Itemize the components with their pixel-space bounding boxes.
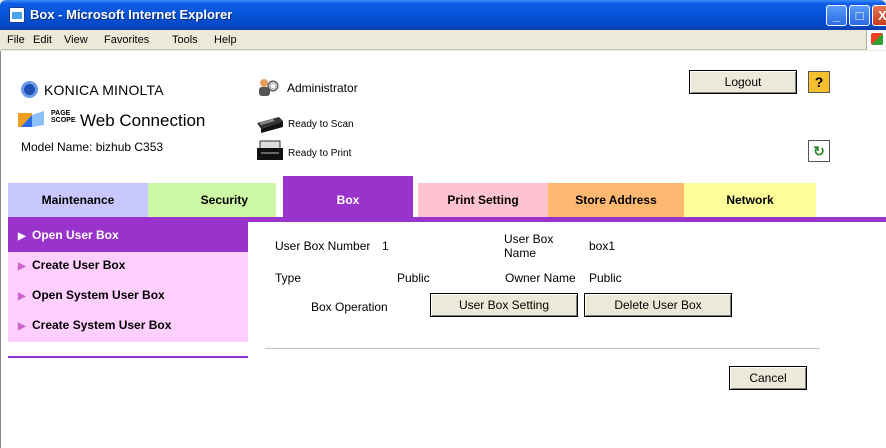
type-label: Type bbox=[275, 271, 302, 285]
close-button[interactable]: X bbox=[872, 5, 886, 26]
refresh-icon[interactable]: ↻ bbox=[808, 140, 830, 162]
menu-edit[interactable]: Edit bbox=[33, 34, 52, 46]
tab-security[interactable]: Security bbox=[148, 183, 276, 217]
print-status: Ready to Print bbox=[288, 148, 352, 159]
tab-store-address[interactable]: Store Address bbox=[548, 183, 684, 217]
menu-bar: File Edit View Favorites Tools Help bbox=[0, 30, 886, 50]
arrow-icon: ▶ bbox=[18, 261, 26, 272]
logout-button[interactable]: Logout bbox=[689, 70, 797, 94]
type-value: Public bbox=[397, 271, 430, 285]
tab-print-setting[interactable]: Print Setting bbox=[418, 183, 548, 217]
menu-view[interactable]: View bbox=[64, 34, 88, 46]
sidebar-item-open-system-user-box[interactable]: ▶ Open System User Box bbox=[8, 282, 248, 312]
pagescope-logo-icon bbox=[18, 111, 44, 127]
user-role: Administrator bbox=[287, 81, 358, 95]
box-name-value: box1 bbox=[589, 239, 616, 253]
sidebar-divider bbox=[8, 356, 248, 358]
owner-name-label: Owner Name bbox=[505, 271, 576, 285]
arrow-icon: ▶ bbox=[18, 231, 26, 242]
sidebar-item-label: Create User Box bbox=[32, 258, 126, 272]
box-name-label-line-2: Name bbox=[504, 246, 537, 260]
minimize-button[interactable]: _ bbox=[826, 5, 847, 26]
maximize-button[interactable]: □ bbox=[849, 5, 870, 26]
arrow-icon: ▶ bbox=[18, 291, 26, 302]
title-bar: Box - Microsoft Internet Explorer _ □ X bbox=[0, 0, 886, 30]
menu-file[interactable]: File bbox=[7, 34, 25, 46]
brand-name: KONICA MINOLTA bbox=[44, 82, 164, 98]
sidebar-item-label: Create System User Box bbox=[32, 318, 172, 332]
content-divider bbox=[265, 348, 820, 350]
page-content: KONICA MINOLTA PAGE SCOPE Web Connection… bbox=[0, 51, 886, 448]
box-operation-label: Box Operation bbox=[311, 300, 388, 314]
scanner-icon bbox=[257, 117, 283, 133]
sidebar-item-open-user-box[interactable]: ▶ Open User Box bbox=[8, 222, 248, 252]
scan-status: Ready to Scan bbox=[288, 119, 354, 130]
menu-tools[interactable]: Tools bbox=[172, 34, 198, 46]
product-name: Web Connection bbox=[80, 111, 206, 130]
box-number-label: User Box Number bbox=[275, 239, 371, 253]
box-number-value: 1 bbox=[382, 239, 389, 253]
windows-logo-icon bbox=[866, 30, 886, 50]
page-scope-line-1: PAGE bbox=[51, 110, 71, 117]
tab-network[interactable]: Network bbox=[684, 183, 816, 217]
arrow-icon: ▶ bbox=[18, 321, 26, 332]
delete-user-box-button[interactable]: Delete User Box bbox=[584, 293, 732, 317]
tab-maintenance[interactable]: Maintenance bbox=[8, 183, 148, 217]
page-scope-text: PAGE SCOPE bbox=[51, 110, 76, 124]
sidebar-item-create-user-box[interactable]: ▶ Create User Box bbox=[8, 252, 248, 282]
cancel-button[interactable]: Cancel bbox=[729, 366, 807, 390]
model-name: Model Name: bizhub C353 bbox=[21, 140, 164, 154]
menu-help[interactable]: Help bbox=[214, 34, 237, 46]
printer-icon bbox=[257, 140, 283, 160]
page-scope-line-2: SCOPE bbox=[51, 117, 76, 124]
ie-page-icon bbox=[9, 7, 25, 23]
sidebar-item-label: Open System User Box bbox=[32, 288, 165, 302]
sidebar-item-create-system-user-box[interactable]: ▶ Create System User Box bbox=[8, 312, 248, 342]
owner-name-value: Public bbox=[589, 271, 622, 285]
window-title: Box - Microsoft Internet Explorer bbox=[30, 7, 233, 22]
konica-minolta-logo-icon bbox=[21, 81, 38, 98]
box-name-label-line-1: User Box bbox=[504, 232, 554, 246]
help-icon[interactable]: ? bbox=[808, 71, 830, 93]
sidebar-item-label: Open User Box bbox=[32, 228, 119, 242]
window-left-border bbox=[0, 51, 8, 448]
menu-favorites[interactable]: Favorites bbox=[104, 34, 149, 46]
box-name-label: User Box Name bbox=[504, 232, 553, 260]
tab-box[interactable]: Box bbox=[283, 176, 413, 217]
user-box-setting-button[interactable]: User Box Setting bbox=[430, 293, 578, 317]
administrator-icon bbox=[259, 79, 279, 96]
